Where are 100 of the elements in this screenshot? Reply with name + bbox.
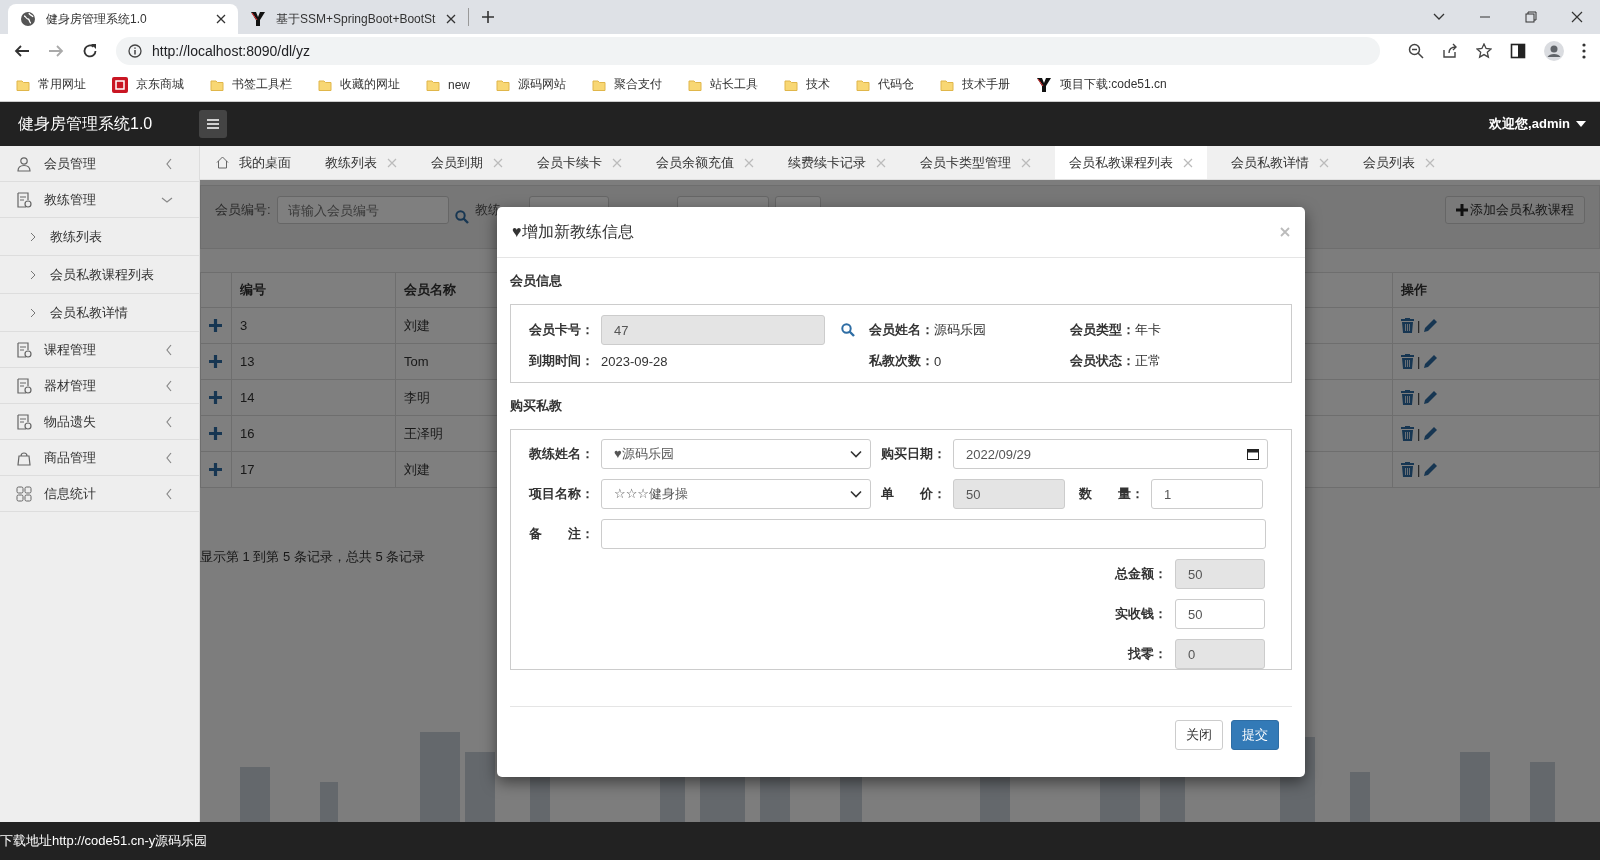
page-tab[interactable]: 我的桌面 bbox=[206, 146, 301, 179]
date-field[interactable]: 2022/09/29 bbox=[953, 439, 1268, 469]
menu-toggle-button[interactable] bbox=[199, 110, 227, 138]
bookmark[interactable]: 常用网址 bbox=[16, 76, 86, 93]
y-logo-icon bbox=[1036, 76, 1052, 93]
browser-tab[interactable]: 健身房管理系统1.0 bbox=[8, 4, 238, 34]
sidebar-subitem[interactable]: 会员私教详情 bbox=[0, 294, 199, 332]
text-field[interactable]: 50 bbox=[1175, 599, 1265, 629]
separator: | bbox=[1417, 318, 1421, 333]
calendar-icon bbox=[1247, 448, 1259, 460]
reload-icon[interactable] bbox=[82, 43, 98, 59]
member-id-field[interactable]: 请输入会员编号 bbox=[276, 196, 449, 224]
table-cell: 3 bbox=[231, 307, 396, 344]
close-button[interactable]: 关闭 bbox=[1175, 720, 1223, 750]
field-label: 实收钱： bbox=[1115, 605, 1167, 623]
bookmark[interactable]: 聚合支付 bbox=[592, 76, 662, 93]
folder-icon bbox=[496, 77, 510, 92]
sidebar-item[interactable]: 信息统计 bbox=[0, 476, 199, 512]
column-header: 操作 bbox=[1392, 272, 1600, 308]
submit-button[interactable]: 提交 bbox=[1231, 720, 1279, 750]
share-icon[interactable] bbox=[1442, 43, 1458, 59]
bookmark[interactable]: 代码仓 bbox=[856, 76, 914, 93]
chevron-down-icon[interactable] bbox=[1433, 13, 1445, 21]
bookmark[interactable]: new bbox=[426, 77, 470, 92]
page-tab[interactable]: 会员余额充值 bbox=[646, 146, 764, 179]
caret-icon bbox=[1576, 121, 1586, 127]
plus-icon bbox=[1456, 204, 1468, 216]
sidebar-item[interactable]: 会员管理 bbox=[0, 146, 199, 182]
user-menu[interactable]: 欢迎您,admin bbox=[1489, 115, 1586, 133]
field-label: 会员状态： bbox=[1070, 352, 1135, 370]
trash-icon bbox=[1401, 462, 1414, 477]
bookmark[interactable]: 站长工具 bbox=[688, 76, 758, 93]
chevron-left-icon bbox=[165, 415, 173, 428]
sidebar-subitem[interactable]: 会员私教课程列表 bbox=[0, 256, 199, 294]
bookmark[interactable]: 收藏的网址 bbox=[318, 76, 400, 93]
pencil-icon bbox=[1423, 462, 1439, 477]
close-icon bbox=[1319, 157, 1329, 168]
page-tab[interactable]: 会员卡续卡 bbox=[527, 146, 632, 179]
chevron-left-icon bbox=[165, 379, 173, 392]
text-field[interactable]: 50 bbox=[953, 479, 1065, 509]
folder-icon bbox=[592, 77, 606, 92]
note-field[interactable] bbox=[601, 519, 1266, 549]
trash-icon bbox=[1401, 318, 1414, 333]
bookmark[interactable]: 书签工具栏 bbox=[210, 76, 292, 93]
field-label: 到期时间： bbox=[529, 352, 595, 370]
chevron-left-icon bbox=[165, 487, 173, 500]
course-select[interactable]: ☆☆☆健身操 bbox=[601, 479, 871, 509]
pencil-icon bbox=[1423, 390, 1439, 405]
menu-icon bbox=[206, 118, 220, 130]
profile-icon[interactable] bbox=[1544, 41, 1564, 61]
document-icon bbox=[16, 341, 32, 358]
field-label: 会员姓名： bbox=[869, 321, 934, 339]
bookmark[interactable]: 技术手册 bbox=[940, 76, 1010, 93]
coach-select[interactable]: ♥源码乐园 bbox=[601, 439, 871, 469]
card-number-field[interactable]: 47 bbox=[601, 315, 825, 345]
sidebar-item[interactable]: 教练管理 bbox=[0, 182, 199, 218]
sidebar-item[interactable]: 物品遗失 bbox=[0, 404, 199, 440]
sidebar-item[interactable]: 商品管理 bbox=[0, 440, 199, 476]
page-tab[interactable]: 会员卡类型管理 bbox=[910, 146, 1041, 179]
page-tab[interactable]: 会员私教详情 bbox=[1221, 146, 1339, 179]
bookmark[interactable]: 技术 bbox=[784, 76, 830, 93]
bookmark[interactable]: 源码网站 bbox=[496, 76, 566, 93]
chevron-down-icon bbox=[161, 195, 173, 204]
document-icon bbox=[16, 377, 32, 394]
search-icon bbox=[841, 323, 855, 337]
pagination-info: 显示第 1 到第 5 条记录，总共 5 条记录 bbox=[200, 548, 427, 566]
address-bar[interactable]: http://localhost:8090/dl/yz bbox=[116, 37, 1380, 65]
new-tab-icon[interactable] bbox=[481, 10, 495, 24]
add-button[interactable]: 添加会员私教课程 bbox=[1445, 196, 1585, 224]
grid-icon bbox=[16, 485, 32, 502]
field-value: 年卡 bbox=[1135, 321, 1161, 339]
browser-tab[interactable]: 基于SSM+SpringBoot+BootSt bbox=[238, 4, 468, 34]
bookmark[interactable]: 项目下载:code51.cn bbox=[1036, 76, 1167, 93]
page-tab[interactable]: 教练列表 bbox=[315, 146, 407, 179]
sidebar-item[interactable]: 器材管理 bbox=[0, 368, 199, 404]
table-cell: 14 bbox=[231, 379, 396, 416]
page-tab[interactable]: 会员列表 bbox=[1353, 146, 1445, 179]
page-tab[interactable]: 会员私教课程列表 bbox=[1055, 146, 1207, 179]
bookmark[interactable]: 京东商城 bbox=[112, 76, 184, 93]
text-field[interactable]: 50 bbox=[1175, 559, 1265, 589]
star-icon[interactable] bbox=[1476, 43, 1492, 59]
text-field[interactable]: 1 bbox=[1151, 479, 1263, 509]
page-tab[interactable]: 会员到期 bbox=[421, 146, 513, 179]
field-label: 总金额： bbox=[1115, 565, 1167, 583]
field-label: 私教次数： bbox=[869, 352, 934, 370]
home-icon bbox=[216, 156, 229, 169]
text-field[interactable]: 0 bbox=[1175, 639, 1265, 669]
back-icon[interactable] bbox=[14, 43, 30, 59]
menu-icon[interactable] bbox=[1582, 43, 1586, 59]
page-tab[interactable]: 续费续卡记录 bbox=[778, 146, 896, 179]
close-icon bbox=[1280, 227, 1290, 237]
restore-icon[interactable] bbox=[1525, 11, 1537, 23]
zoom-out-icon[interactable] bbox=[1408, 43, 1424, 59]
close-icon[interactable] bbox=[1571, 11, 1583, 23]
trash-icon bbox=[1401, 390, 1414, 405]
sidebar-item[interactable]: 课程管理 bbox=[0, 332, 199, 368]
sidebar-subitem[interactable]: 教练列表 bbox=[0, 218, 199, 256]
field-label: 数 量： bbox=[1079, 485, 1145, 503]
field-label: 会员卡号： bbox=[529, 321, 595, 339]
side-panel-icon[interactable] bbox=[1510, 43, 1526, 59]
